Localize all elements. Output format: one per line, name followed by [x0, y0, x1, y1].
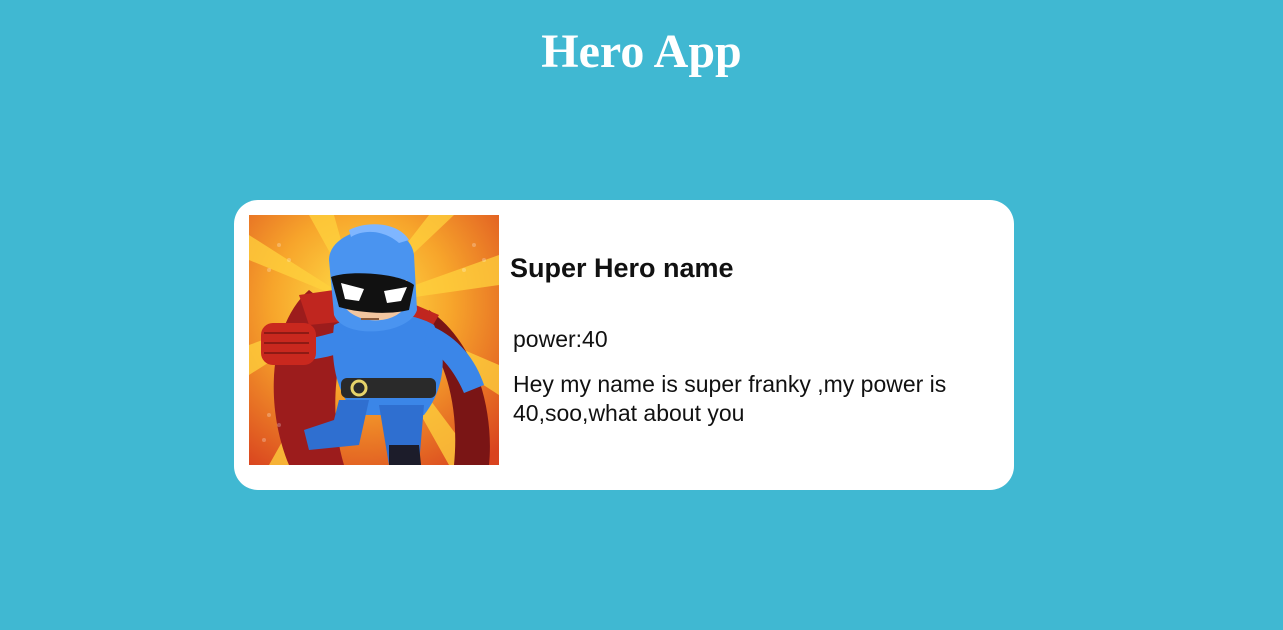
hero-description: Hey my name is super franky ,my power is…	[513, 371, 947, 426]
page-title: Hero App	[541, 25, 742, 78]
hero-card: Super Hero name power:40 Hey my name is …	[234, 200, 1014, 490]
hero-image	[249, 215, 499, 465]
hero-name: Super Hero name	[510, 253, 734, 283]
hero-power: power:40	[513, 326, 608, 352]
